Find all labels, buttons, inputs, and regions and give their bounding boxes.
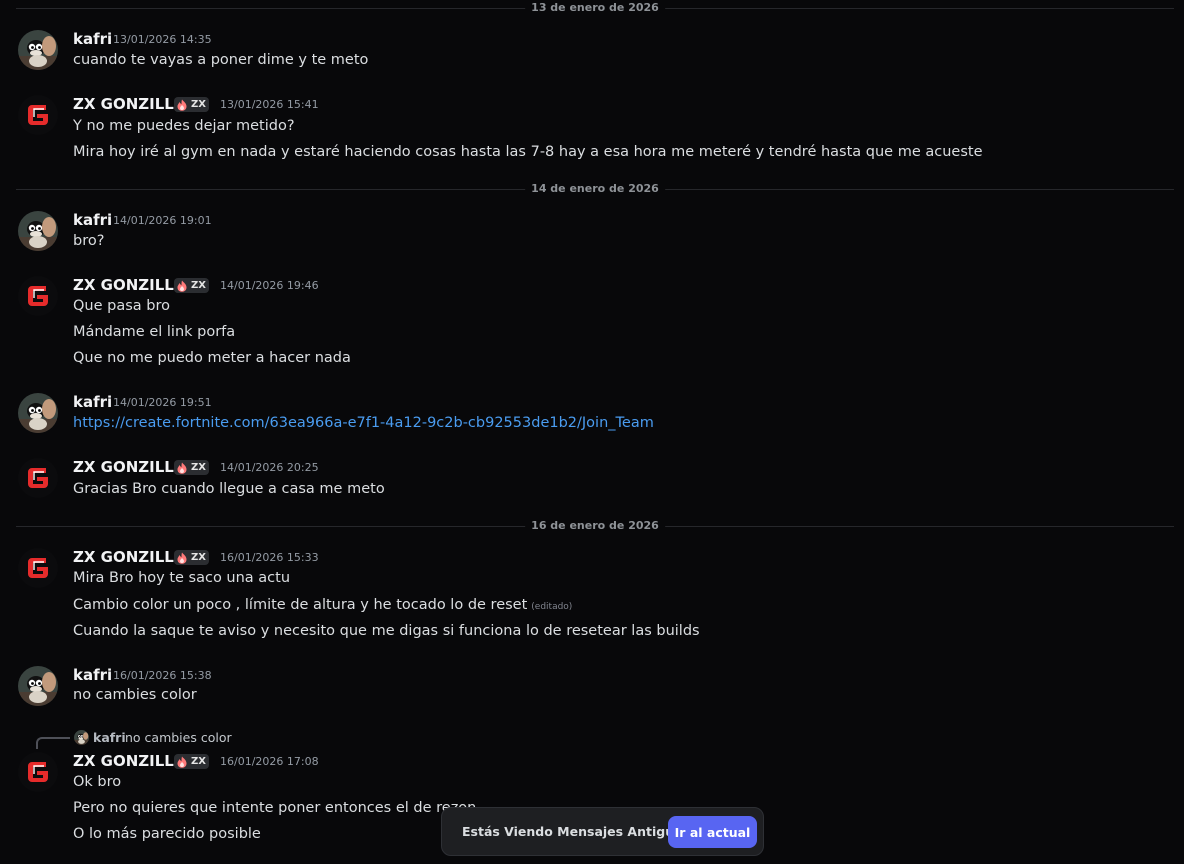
date-divider-label: 16 de enero de 2026 — [525, 519, 665, 533]
server-tag-label: ZX — [191, 461, 206, 473]
server-tag-badge[interactable]: ZX — [174, 550, 209, 565]
message-timestamp: 14/01/2026 19:46 — [220, 279, 319, 292]
edited-label: (editado) — [531, 602, 573, 612]
flame-icon — [176, 462, 188, 474]
reply-author[interactable]: kafri — [93, 730, 126, 745]
message-text: bro? — [73, 233, 105, 249]
message-author[interactable]: ZX GONZILLO — [73, 276, 186, 294]
server-tag-label: ZX — [191, 755, 206, 767]
message-text: Mira hoy iré al gym en nada y estaré hac… — [73, 144, 983, 160]
message-text: Mira Bro hoy te saco una actu — [73, 570, 291, 586]
avatar[interactable] — [18, 276, 58, 316]
message-text: Gracias Bro cuando llegue a casa me meto — [73, 481, 385, 497]
old-messages-notice: Estás Viendo Mensajes Antiguos — [462, 824, 691, 839]
message-author[interactable]: ZX GONZILLO — [73, 752, 186, 770]
message-timestamp: 14/01/2026 19:51 — [113, 396, 212, 409]
avatar[interactable] — [18, 95, 58, 135]
message-text: O lo más parecido posible — [73, 826, 261, 842]
avatar[interactable] — [18, 548, 58, 588]
message-author[interactable]: kafri — [73, 393, 112, 411]
server-tag-label: ZX — [191, 551, 206, 563]
date-divider-label: 14 de enero de 2026 — [525, 182, 665, 196]
date-divider: 14 de enero de 2026 — [16, 182, 1174, 196]
flame-icon — [176, 99, 188, 111]
reply-spine — [36, 737, 70, 749]
message-author[interactable]: ZX GONZILLO — [73, 548, 186, 566]
date-divider: 16 de enero de 2026 — [16, 519, 1174, 533]
message-text: Ok bro — [73, 774, 122, 790]
message-text: Pero no quieres que intente poner entonc… — [73, 800, 477, 816]
message-timestamp: 13/01/2026 14:35 — [113, 33, 212, 46]
message-author[interactable]: ZX GONZILLO — [73, 458, 186, 476]
chat-messages: 13 de enero de 2026 kafri 13/01/2026 14:… — [0, 0, 1184, 864]
message-author[interactable]: ZX GONZILLO — [73, 95, 186, 113]
server-tag-badge[interactable]: ZX — [174, 97, 209, 112]
jump-to-present-button[interactable]: Ir al actual — [668, 816, 757, 848]
message-timestamp: 14/01/2026 20:25 — [220, 461, 319, 474]
message-timestamp: 16/01/2026 15:38 — [113, 669, 212, 682]
message-timestamp: 13/01/2026 15:41 — [220, 98, 319, 111]
message-timestamp: 16/01/2026 17:08 — [220, 755, 319, 768]
date-divider-label: 13 de enero de 2026 — [525, 1, 665, 15]
message-text: Mándame el link porfa — [73, 324, 236, 340]
old-messages-bar: Estás Viendo Mensajes Antiguos Ir al act… — [441, 807, 764, 856]
message-author[interactable]: kafri — [73, 30, 112, 48]
server-tag-badge[interactable]: ZX — [174, 278, 209, 293]
message-text: Cambio color un poco , límite de altura … — [73, 595, 572, 617]
avatar[interactable] — [18, 211, 58, 251]
message-text-content: Cambio color un poco , límite de altura … — [73, 597, 528, 613]
message-text: Que no me puedo meter a hacer nada — [73, 350, 351, 366]
message-text: no cambies color — [73, 687, 197, 703]
flame-icon — [176, 756, 188, 768]
flame-icon — [176, 552, 188, 564]
message-link[interactable]: https://create.fortnite.com/63ea966a-e7f… — [73, 413, 654, 433]
message-text: Cuando la saque te aviso y necesito que … — [73, 623, 700, 639]
reply-avatar[interactable] — [74, 730, 89, 745]
avatar[interactable] — [18, 666, 58, 706]
message-author[interactable]: kafri — [73, 211, 112, 229]
date-divider: 13 de enero de 2026 — [16, 1, 1174, 15]
message-timestamp: 16/01/2026 15:33 — [220, 551, 319, 564]
message-timestamp: 14/01/2026 19:01 — [113, 214, 212, 227]
message-text: Que pasa bro — [73, 298, 170, 314]
server-tag-badge[interactable]: ZX — [174, 754, 209, 769]
message-text: Y no me puedes dejar metido? — [73, 118, 295, 134]
server-tag-label: ZX — [191, 98, 206, 110]
avatar[interactable] — [18, 393, 58, 433]
reply-preview[interactable]: no cambies color — [125, 730, 232, 745]
avatar[interactable] — [18, 458, 58, 498]
server-tag-label: ZX — [191, 279, 206, 291]
server-tag-badge[interactable]: ZX — [174, 460, 209, 475]
flame-icon — [176, 280, 188, 292]
avatar[interactable] — [18, 30, 58, 70]
avatar[interactable] — [18, 752, 58, 792]
message-text: cuando te vayas a poner dime y te meto — [73, 52, 369, 68]
message-author[interactable]: kafri — [73, 666, 112, 684]
